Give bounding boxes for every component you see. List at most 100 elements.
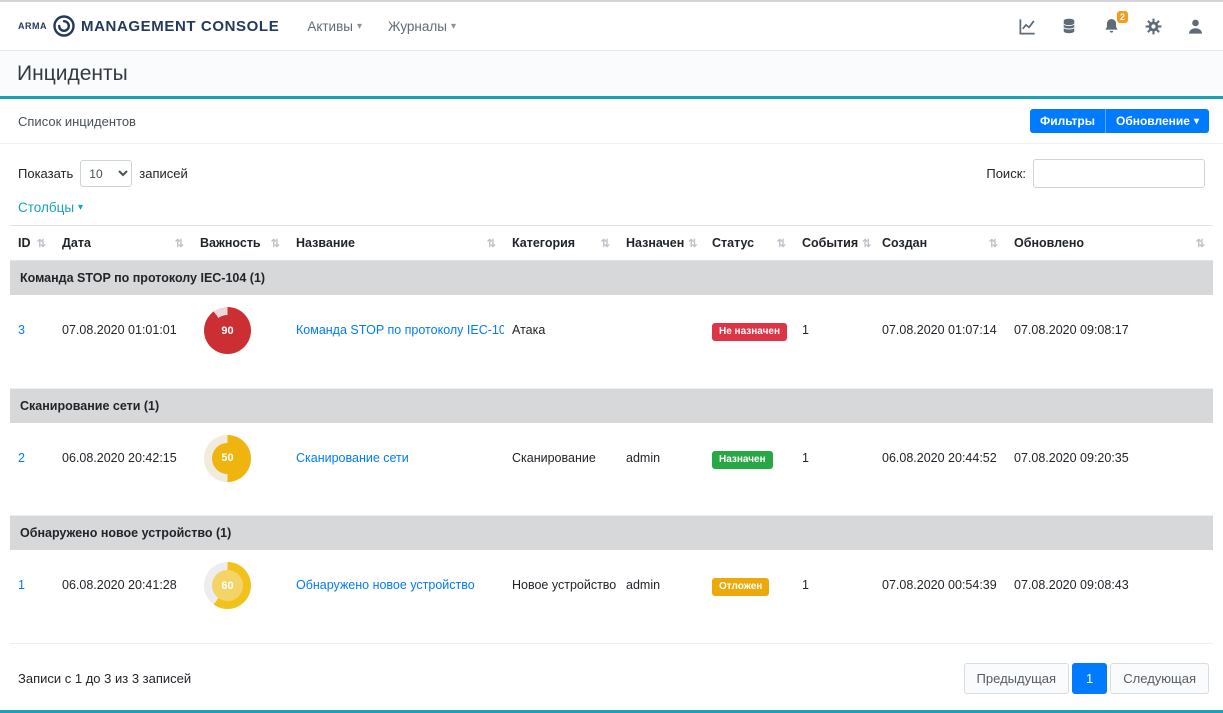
dashboard-chart-icon[interactable]: [1017, 16, 1037, 36]
severity-donut: 90: [204, 307, 251, 354]
incident-name-link[interactable]: Команда STOP по протоколу IEC-104: [296, 323, 504, 337]
pagination-prev-button[interactable]: Предыдущая: [964, 663, 1070, 694]
col-header-category[interactable]: Категория⇅: [504, 226, 618, 261]
incident-row: 1 06.08.2020 20:41:28 60 Обнаружено ново…: [10, 550, 1213, 643]
brand-title: MANAGEMENT CONSOLE: [81, 18, 279, 35]
incident-id-link[interactable]: 1: [18, 578, 25, 592]
incident-created: 07.08.2020 01:07:14: [874, 295, 1006, 388]
col-header-updated[interactable]: Обновлено⇅: [1006, 226, 1213, 261]
severity-cell: 50: [192, 423, 288, 516]
incident-events: 1: [794, 423, 874, 516]
columns-row: Столбцы ▾: [0, 194, 1223, 225]
incident-category: Атака: [504, 295, 618, 388]
columns-dropdown-button[interactable]: Столбцы ▾: [18, 200, 83, 215]
col-header-date[interactable]: Дата⇅: [54, 226, 192, 261]
incident-name-link[interactable]: Сканирование сети: [296, 451, 409, 465]
database-icon[interactable]: [1059, 16, 1079, 36]
severity-donut: 50: [204, 435, 251, 482]
col-header-severity[interactable]: Важность⇅: [192, 226, 288, 261]
records-summary: Записи с 1 до 3 из 3 записей: [18, 671, 191, 686]
search-input[interactable]: [1033, 159, 1205, 188]
table-header-row: ID⇅ Дата⇅ Важность⇅ Название⇅ Категория⇅…: [10, 226, 1213, 261]
card-title: Список инцидентов: [18, 114, 136, 129]
arma-logo-text: ARMA: [18, 21, 47, 31]
refresh-dropdown-button[interactable]: Обновление ▾: [1106, 109, 1209, 133]
status-badge: Назначен: [712, 451, 773, 469]
sort-icon: ⇅: [175, 237, 184, 250]
show-entries-label-after: записей: [139, 166, 187, 181]
page-title: Инциденты: [17, 62, 128, 86]
sort-icon: ⇅: [271, 237, 280, 250]
sort-icon: ⇅: [1196, 237, 1205, 250]
pagination-next-button[interactable]: Следующая: [1110, 663, 1209, 694]
col-header-assignee[interactable]: Назначен⇅: [618, 226, 704, 261]
severity-cell: 90: [192, 295, 288, 388]
severity-value: 50: [221, 452, 233, 464]
incident-created: 06.08.2020 20:44:52: [874, 423, 1006, 516]
search-label: Поиск:: [986, 166, 1026, 181]
page-header: Инциденты: [0, 51, 1223, 99]
severity-donut: 60: [204, 562, 251, 609]
incident-updated: 07.08.2020 09:08:17: [1006, 295, 1213, 388]
severity-donut-center: 60: [212, 570, 243, 601]
incident-name-link[interactable]: Обнаружено новое устройство: [296, 578, 475, 592]
incidents-table: ID⇅ Дата⇅ Важность⇅ Название⇅ Категория⇅…: [10, 225, 1213, 644]
col-header-events[interactable]: События⇅: [794, 226, 874, 261]
menu-logs[interactable]: Журналы ▾: [388, 19, 456, 34]
col-header-name[interactable]: Название⇅: [288, 226, 504, 261]
severity-donut-center: 50: [212, 443, 243, 474]
incident-id-link[interactable]: 3: [18, 323, 25, 337]
incident-assignee: [618, 295, 704, 388]
settings-gear-icon[interactable]: [1143, 16, 1163, 36]
col-header-status[interactable]: Статус⇅: [704, 226, 794, 261]
table-controls: Показать 10 записей Поиск:: [0, 144, 1223, 194]
page-size-select[interactable]: 10: [80, 160, 132, 187]
notifications-bell-icon[interactable]: 2: [1101, 16, 1121, 36]
sort-icon: ⇅: [37, 237, 46, 250]
incidents-card: Список инцидентов Фильтры Обновление ▾ П…: [0, 99, 1223, 710]
chevron-down-icon: ▾: [78, 202, 83, 213]
notification-count-badge: 2: [1117, 11, 1128, 23]
filters-button[interactable]: Фильтры: [1030, 109, 1106, 133]
group-label: Обнаружено новое устройство (1): [10, 516, 1213, 551]
incident-date: 07.08.2020 01:01:01: [54, 295, 192, 388]
incident-row: 2 06.08.2020 20:42:15 50 Сканирование се…: [10, 423, 1213, 516]
user-profile-icon[interactable]: [1185, 16, 1205, 36]
col-header-created[interactable]: Создан⇅: [874, 226, 1006, 261]
severity-value: 90: [221, 325, 233, 337]
group-header-row: Команда STOP по протоколу IEC-104 (1): [10, 261, 1213, 296]
pagination-page-1-button[interactable]: 1: [1072, 663, 1107, 694]
sort-icon: ⇅: [601, 237, 610, 250]
group-label: Команда STOP по протоколу IEC-104 (1): [10, 261, 1213, 296]
incident-updated: 07.08.2020 09:08:43: [1006, 550, 1213, 643]
incident-category: Сканирование: [504, 423, 618, 516]
sort-icon: ⇅: [989, 237, 998, 250]
card-header: Список инцидентов Фильтры Обновление ▾: [0, 99, 1223, 144]
sort-icon: ⇅: [777, 237, 786, 250]
incident-category: Новое устройство: [504, 550, 618, 643]
incident-row: 3 07.08.2020 01:01:01 90 Команда STOP по…: [10, 295, 1213, 388]
top-navbar: ARMA MANAGEMENT CONSOLE Активы ▾ Журналы…: [0, 2, 1223, 51]
menu-assets[interactable]: Активы ▾: [307, 19, 362, 34]
status-badge: Не назначен: [712, 323, 787, 341]
card-header-buttons: Фильтры Обновление ▾: [1030, 109, 1209, 133]
main-menu: Активы ▾ Журналы ▾: [307, 19, 456, 34]
severity-value: 60: [221, 580, 233, 592]
incident-date: 06.08.2020 20:41:28: [54, 550, 192, 643]
incident-id-link[interactable]: 2: [18, 451, 25, 465]
arma-logo[interactable]: ARMA MANAGEMENT CONSOLE: [18, 14, 279, 38]
arma-logo-icon: [52, 14, 76, 38]
sort-icon: ⇅: [487, 237, 496, 250]
col-header-id[interactable]: ID⇅: [10, 226, 54, 261]
incident-events: 1: [794, 295, 874, 388]
incident-events: 1: [794, 550, 874, 643]
search-box: Поиск:: [986, 159, 1205, 188]
group-header-row: Обнаружено новое устройство (1): [10, 516, 1213, 551]
app-window: ARMA MANAGEMENT CONSOLE Активы ▾ Журналы…: [0, 0, 1223, 713]
severity-donut-center: 90: [212, 315, 243, 346]
incident-updated: 07.08.2020 09:20:35: [1006, 423, 1213, 516]
show-entries-label-before: Показать: [18, 166, 73, 181]
table-footer: Записи с 1 до 3 из 3 записей Предыдущая …: [0, 649, 1223, 710]
navbar-icons: 2: [1017, 16, 1205, 36]
incident-assignee: admin: [618, 423, 704, 516]
